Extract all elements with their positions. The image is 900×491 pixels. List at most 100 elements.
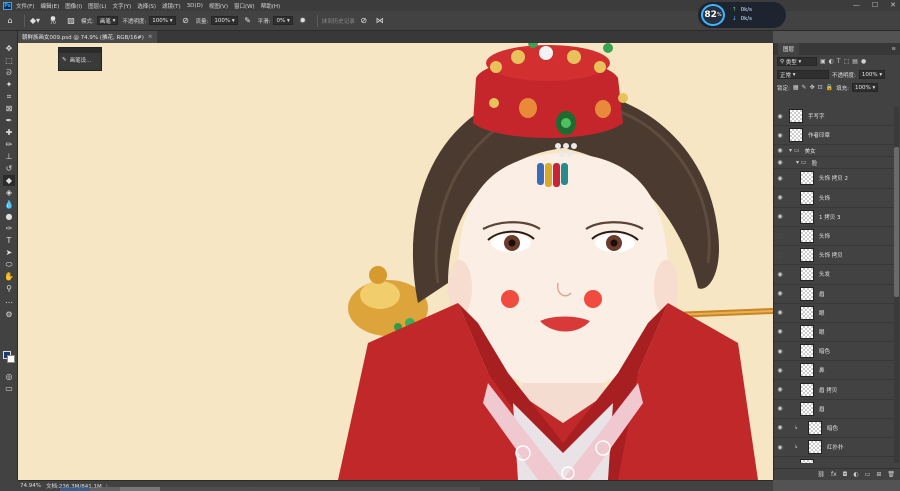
document-canvas[interactable] xyxy=(18,43,773,480)
layer-row[interactable]: ◉ 眼 xyxy=(774,323,894,343)
crop-tool-icon[interactable]: ⌗ xyxy=(3,91,15,102)
filter-shape-icon[interactable]: ⬚ xyxy=(844,58,850,65)
layer-row[interactable]: ◉ ↳ 红扑扑 xyxy=(774,438,894,458)
fill-field[interactable]: 100% ▾ xyxy=(851,83,879,92)
zoom-level[interactable]: 74.94% xyxy=(20,483,46,489)
layer-row[interactable]: ◉脸 xyxy=(774,457,894,463)
brush-settings-icon[interactable]: ▨ xyxy=(65,15,77,27)
shape-tool-icon[interactable]: ⬭ xyxy=(3,259,15,270)
blur-tool-icon[interactable]: 💧 xyxy=(3,199,15,210)
layer-group-row[interactable]: ◉ ▾ ▭ 脸 xyxy=(774,157,894,170)
marquee-tool-icon[interactable]: ⬚ xyxy=(3,55,15,66)
layer-row[interactable]: ◉ 作者印章 xyxy=(774,126,894,146)
brush-settings-button[interactable]: ✎ 画笔设... xyxy=(59,53,101,67)
filter-adjustment-icon[interactable]: ◐ xyxy=(829,58,834,65)
menu-file[interactable]: 文件(F) xyxy=(16,2,34,10)
filter-pixel-icon[interactable]: ▣ xyxy=(820,58,826,65)
eye-icon[interactable]: ◉ xyxy=(774,132,786,139)
close-icon[interactable]: ✕ xyxy=(890,1,896,9)
menu-select[interactable]: 选择(S) xyxy=(137,2,156,10)
screen-mode-icon[interactable]: ▭ xyxy=(3,383,15,394)
menu-type[interactable]: 文字(Y) xyxy=(113,2,132,10)
move-tool-icon[interactable]: ✥ xyxy=(3,43,15,54)
paint-bucket-tool-icon[interactable]: ◈ xyxy=(3,187,15,198)
edit-toolbar-icon[interactable]: ⚙ xyxy=(3,309,15,320)
gear-icon[interactable]: ✹ xyxy=(297,15,309,27)
lock-artboard-icon[interactable]: ⊡ xyxy=(818,84,823,91)
eye-icon[interactable]: ◉ xyxy=(774,309,786,316)
layer-row[interactable]: ▢ 头饰 xyxy=(774,227,894,247)
menu-window[interactable]: 窗口(W) xyxy=(234,2,255,10)
minimize-icon[interactable]: — xyxy=(853,1,860,9)
clone-stamp-tool-icon[interactable]: ⊥ xyxy=(3,151,15,162)
filter-toggle-icon[interactable]: ● xyxy=(861,58,866,65)
layer-row[interactable]: ▢ 头饰 拷贝 xyxy=(774,246,894,266)
layer-filter-select[interactable]: ⚲ 类型 ▾ xyxy=(777,57,817,66)
menu-help[interactable]: 帮助(H) xyxy=(261,2,280,10)
frame-tool-icon[interactable]: ⊠ xyxy=(3,103,15,114)
link-layers-icon[interactable]: ⛓ xyxy=(817,471,825,478)
eye-icon[interactable]: ◉ xyxy=(774,147,786,154)
layer-style-icon[interactable]: fx xyxy=(831,471,837,478)
lock-transparent-icon[interactable]: ▦ xyxy=(793,84,799,91)
quick-mask-icon[interactable]: ◎ xyxy=(3,371,15,382)
delete-layer-icon[interactable]: 🗑 xyxy=(887,471,895,478)
layer-opacity-field[interactable]: 100% ▾ xyxy=(858,70,886,79)
layer-row[interactable]: ◉ 鼻 xyxy=(774,361,894,381)
healing-brush-tool-icon[interactable]: ✚ xyxy=(3,127,15,138)
eraser-tool-icon[interactable]: ◆▾ xyxy=(29,15,41,27)
eye-icon[interactable]: ◉ xyxy=(774,328,786,335)
eye-icon[interactable]: ◉ xyxy=(774,271,786,278)
home-icon[interactable]: ⌂ xyxy=(4,15,16,27)
layer-row[interactable]: ◉ 眉 xyxy=(774,285,894,304)
eye-icon[interactable]: ◉ xyxy=(774,113,786,120)
document-tab[interactable]: 朝鲜族画女009.psd @ 74.9% (拂花, RGB/16#) × xyxy=(18,31,157,43)
menu-view[interactable]: 视图(V) xyxy=(209,2,228,10)
layer-row[interactable]: ◉ 眉 拷贝 xyxy=(774,380,894,400)
layer-row[interactable]: ◉ 头饰 xyxy=(774,189,894,208)
lock-image-icon[interactable]: ✎ xyxy=(802,84,807,91)
eye-icon[interactable]: ◉ xyxy=(774,159,786,166)
eye-icon[interactable]: ◉ xyxy=(774,348,786,355)
mode-select[interactable]: 画笔 ▾ xyxy=(96,16,119,25)
folder-icon[interactable]: ▾ ▭ xyxy=(796,159,807,166)
layer-row[interactable]: ◉ 暗色 xyxy=(774,342,894,362)
menu-3d[interactable]: 3D(D) xyxy=(187,3,203,9)
new-layer-icon[interactable]: ⊞ xyxy=(876,471,881,478)
eye-hidden-icon[interactable]: ▢ xyxy=(774,252,786,259)
folder-icon[interactable]: ▾ ▭ xyxy=(789,147,800,154)
filter-smart-icon[interactable]: ▤ xyxy=(852,58,858,65)
menu-filter[interactable]: 滤镜(T) xyxy=(162,2,181,10)
eye-icon[interactable]: ◉ xyxy=(774,194,786,201)
eye-icon[interactable]: ◉ xyxy=(774,405,786,412)
hand-tool-icon[interactable]: ✋ xyxy=(3,271,15,282)
eye-icon[interactable]: ◉ xyxy=(774,386,786,393)
smoothing-field[interactable]: 0% ▾ xyxy=(273,16,293,25)
layer-row[interactable]: ◉ 头饰 拷贝 2 xyxy=(774,169,894,189)
menu-edit[interactable]: 编辑(E) xyxy=(40,2,59,10)
history-brush-tool-icon[interactable]: ↺ xyxy=(3,163,15,174)
eraser-tool-icon[interactable]: ◆ xyxy=(3,175,15,186)
close-tab-icon[interactable]: × xyxy=(148,34,153,40)
more-tools-icon[interactable]: ⋯ xyxy=(3,297,15,308)
pressure-opacity-icon[interactable]: ⊘ xyxy=(180,15,192,27)
eye-hidden-icon[interactable]: ▢ xyxy=(774,233,786,240)
eye-icon[interactable]: ◉ xyxy=(774,424,786,431)
lasso-tool-icon[interactable]: ᘐ xyxy=(3,67,15,78)
eye-icon[interactable]: ◉ xyxy=(774,290,786,297)
layers-scrollbar[interactable] xyxy=(894,107,899,463)
opacity-field[interactable]: 100% ▾ xyxy=(149,16,176,25)
symmetry-icon[interactable]: ⋈ xyxy=(374,15,386,27)
magic-wand-tool-icon[interactable]: ✦ xyxy=(3,79,15,90)
layer-row[interactable]: ◉ 1 拷贝 3 xyxy=(774,208,894,227)
pen-tool-icon[interactable]: ✑ xyxy=(3,223,15,234)
lock-all-icon[interactable]: 🔒 xyxy=(826,84,833,91)
eye-icon[interactable]: ◉ xyxy=(774,367,786,374)
brush-tool-icon[interactable]: ✏ xyxy=(3,139,15,150)
eye-icon[interactable]: ◉ xyxy=(774,444,786,451)
eye-icon[interactable]: ◉ xyxy=(774,213,786,220)
layer-row[interactable]: ◉ 头发 xyxy=(774,265,894,285)
layer-row[interactable]: ◉ 手写字 xyxy=(774,107,894,127)
path-selection-tool-icon[interactable]: ➤ xyxy=(3,247,15,258)
maximize-icon[interactable]: ☐ xyxy=(872,1,878,9)
